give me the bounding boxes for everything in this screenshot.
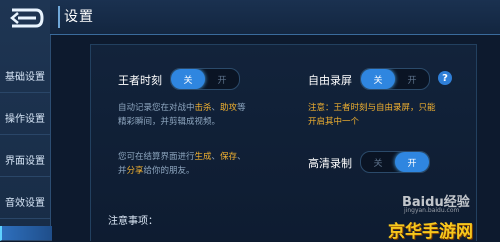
back-arrow-icon [10,8,44,28]
king-moment-toggle[interactable]: 关 开 [170,68,240,90]
title-divider [58,6,60,28]
sidebar: 基础设置 操作设置 界面设置 音效设置 [0,0,52,241]
top-bar [50,0,500,35]
king-moment-label: 王者时刻 [118,74,162,87]
hd-record-toggle[interactable]: 关 开 [360,151,430,173]
free-record-note: 注意：王者时刻与自由录屏，只能 开启其中一个 [308,103,436,127]
sidebar-item-basic[interactable]: 基础设置 [0,58,50,93]
sidebar-item-interface[interactable]: 界面设置 [0,142,50,177]
notes-header: 注意事项： [108,216,158,227]
sidebar-item-sound[interactable]: 音效设置 [0,184,50,219]
help-icon[interactable]: ? [438,71,452,85]
back-button[interactable] [4,2,48,34]
free-record-label: 自由录屏 [308,74,352,87]
sidebar-item-label: 基础设置 [5,71,45,83]
sidebar-item-active[interactable] [0,226,52,241]
page-title: 设置 [64,9,94,25]
king-moment-share-description: 您可在结算界面进行生成、保存、 并分享给你的朋友。 [118,152,246,176]
king-moment-off-option[interactable]: 关 [171,69,205,89]
baidu-watermark-url: jingyan.baidu.com [404,207,460,214]
hd-record-label: 高清录制 [308,157,352,170]
sidebar-item-label: 操作设置 [5,113,45,125]
free-record-toggle[interactable]: 关 开 [360,68,430,90]
sidebar-item-label: 界面设置 [5,155,45,167]
king-moment-description: 自动记录您在对战中击杀、助攻等 精彩瞬间，并剪辑成视频。 [118,103,246,127]
free-record-off-option[interactable]: 关 [361,69,395,89]
site-watermark: 京华手游网 [388,222,473,242]
king-moment-on-option[interactable]: 开 [205,69,239,89]
hd-record-on-option[interactable]: 开 [395,152,429,172]
sidebar-item-controls[interactable]: 操作设置 [0,100,50,135]
sidebar-item-label: 音效设置 [5,197,45,209]
free-record-on-option[interactable]: 开 [395,69,429,89]
hd-record-off-option[interactable]: 关 [361,152,395,172]
